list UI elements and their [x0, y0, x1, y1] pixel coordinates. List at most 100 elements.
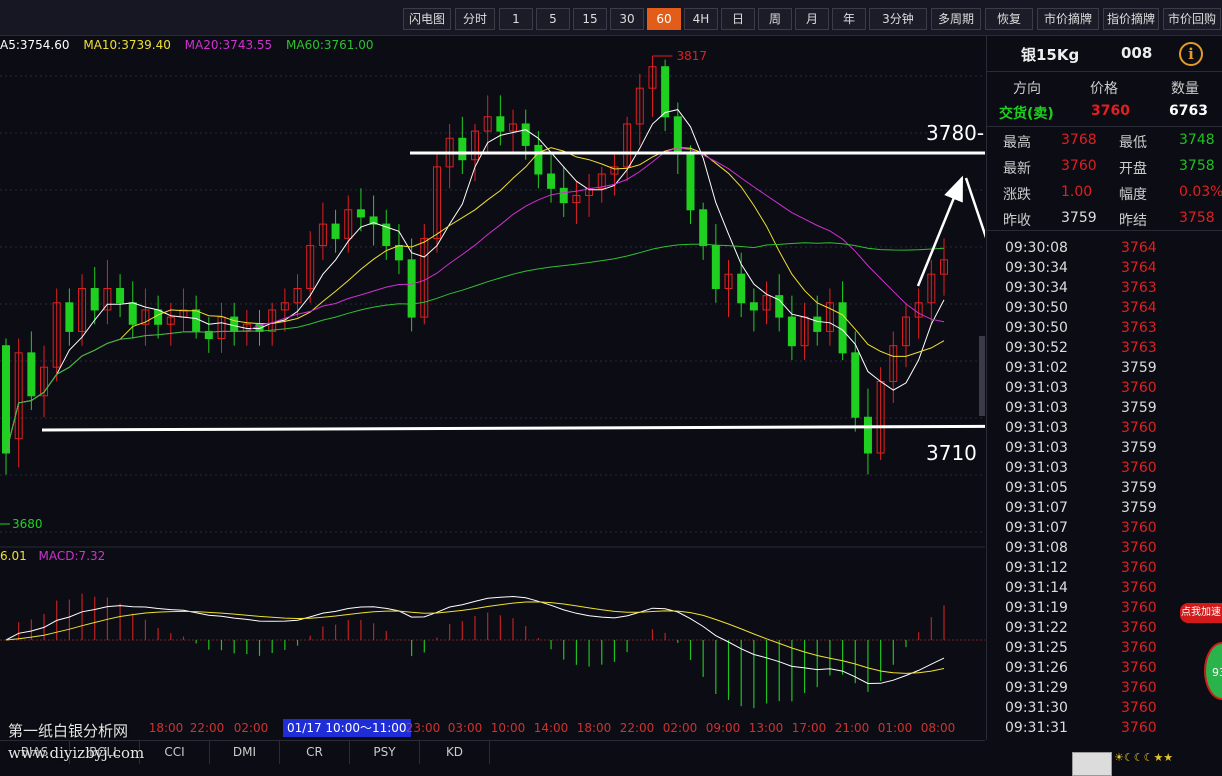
tick-price: 3764 — [1121, 300, 1157, 316]
candle-body — [2, 345, 10, 454]
candle-body — [496, 116, 505, 132]
quote-label: 幅度 — [1119, 187, 1147, 203]
period-button-0[interactable]: 闪电图 — [403, 8, 451, 30]
time-label: 22:00 — [619, 721, 655, 735]
tick-price: 3764 — [1121, 240, 1157, 256]
candle-body — [559, 187, 568, 204]
period-button-4[interactable]: 15 — [573, 8, 607, 30]
tick-row: 09:31:07 3760 — [987, 518, 1222, 538]
indicator-tabs: BIAS BOLL CCI DMI CR PSY KD — [0, 740, 985, 765]
trade-qty: 6763 — [1169, 103, 1208, 119]
candle-body — [534, 144, 543, 175]
tick-price: 3760 — [1121, 420, 1157, 436]
period-button-17[interactable]: 市价回购 — [1163, 8, 1221, 30]
candle-body — [813, 316, 822, 332]
candle-body — [458, 137, 467, 161]
period-button-12[interactable]: 3分钟 — [869, 8, 927, 30]
macd-value: MACD:7.32 — [38, 549, 106, 563]
divider — [987, 126, 1222, 127]
status-bar — [0, 764, 1222, 776]
tick-row: 09:31:25 3760 — [987, 638, 1222, 658]
indicator-tab-kd[interactable]: KD — [420, 741, 490, 765]
tick-row: 09:30:34 3763 — [987, 278, 1222, 298]
ma60-value: MA60:3761.00 — [286, 38, 374, 52]
tick-row: 09:31:03 3760 — [987, 378, 1222, 398]
tick-price: 3760 — [1121, 380, 1157, 396]
period-button-8[interactable]: 日 — [721, 8, 755, 30]
direction-header: 方向 — [1013, 81, 1041, 97]
indicator-tab-psy[interactable]: PSY — [350, 741, 420, 765]
quote-value: 3759 — [1061, 210, 1097, 226]
tick-time: 09:31:12 — [1005, 560, 1068, 576]
candle-body — [661, 66, 670, 118]
indicator-tab-cci[interactable]: CCI — [140, 741, 210, 765]
tick-time: 09:30:50 — [1005, 300, 1068, 316]
period-button-16[interactable]: 指价摘牌 — [1103, 8, 1159, 30]
period-button-5[interactable]: 30 — [610, 8, 644, 30]
speedup-badge[interactable]: 点我加速 — [1180, 603, 1222, 623]
tick-price: 3760 — [1121, 600, 1157, 616]
tick-time: 09:31:03 — [1005, 440, 1068, 456]
avatar[interactable] — [1072, 752, 1112, 776]
candle-body — [737, 273, 746, 304]
tick-time: 09:30:08 — [1005, 240, 1068, 256]
tick-price: 3759 — [1121, 480, 1157, 496]
period-button-13[interactable]: 多周期 — [931, 8, 981, 30]
candle-body — [711, 245, 720, 289]
chart-scroll-handle — [979, 336, 985, 416]
tick-time: 09:31:19 — [1005, 600, 1068, 616]
quote-panel: 银15Kg 008 i 方向 价格 数量 交货(卖) 3760 6763 最高 3… — [986, 36, 1222, 740]
period-button-15[interactable]: 市价摘牌 — [1037, 8, 1099, 30]
candle-body — [65, 302, 74, 332]
tick-time: 09:30:50 — [1005, 320, 1068, 336]
tick-time: 09:31:31 — [1005, 720, 1068, 736]
candle-body — [521, 123, 530, 146]
period-button-7[interactable]: 4H — [684, 8, 718, 30]
info-icon[interactable]: i — [1179, 42, 1203, 66]
tick-row: 09:30:50 3763 — [987, 318, 1222, 338]
quote-label: 开盘 — [1119, 161, 1147, 177]
candle-body — [851, 352, 860, 418]
tick-row: 09:31:29 3760 — [987, 678, 1222, 698]
tick-price: 3759 — [1121, 400, 1157, 416]
kline-chart[interactable]: 3817 3680 3780-90 3710 — [0, 36, 985, 718]
quote-value: 3768 — [1061, 132, 1097, 148]
tick-time: 09:31:25 — [1005, 640, 1068, 656]
macd-legend: 6.01 MACD:7.32 — [0, 549, 113, 563]
tick-price: 3760 — [1121, 640, 1157, 656]
tick-price: 3760 — [1121, 580, 1157, 596]
dea-value: 6.01 — [0, 549, 27, 563]
tick-row: 09:30:50 3764 — [987, 298, 1222, 318]
candle-body — [394, 245, 403, 261]
quote-value: 0.03% — [1179, 184, 1222, 200]
annotation-top: 3780-90 — [926, 121, 985, 145]
quote-value: 3748 — [1179, 132, 1215, 148]
tick-time: 09:31:07 — [1005, 520, 1068, 536]
period-button-11[interactable]: 年 — [832, 8, 866, 30]
period-button-6[interactable]: 60 — [647, 8, 681, 30]
tick-row: 09:31:02 3759 — [987, 358, 1222, 378]
tick-row: 09:31:30 3760 — [987, 698, 1222, 718]
support-arrow — [41, 424, 985, 432]
candle-body — [192, 309, 201, 332]
period-button-14[interactable]: 恢复 — [985, 8, 1033, 30]
tick-time: 09:30:52 — [1005, 340, 1068, 356]
tick-time: 09:30:34 — [1005, 260, 1068, 276]
period-button-10[interactable]: 月 — [795, 8, 829, 30]
indicator-tab-dmi[interactable]: DMI — [210, 741, 280, 765]
period-button-9[interactable]: 周 — [758, 8, 792, 30]
period-button-3[interactable]: 5 — [536, 8, 570, 30]
indicator-tab-boll[interactable]: BOLL — [70, 741, 140, 765]
period-button-1[interactable]: 分时 — [455, 8, 495, 30]
ma10-line — [5, 147, 945, 454]
ma20-value: MA20:3743.55 — [184, 38, 273, 52]
time-label: 08:00 — [920, 721, 956, 735]
indicator-tab-cr[interactable]: CR — [280, 741, 350, 765]
indicator-tab-bias[interactable]: BIAS — [0, 741, 70, 765]
symbol-name: 银15Kg — [1021, 46, 1080, 64]
time-label: 09:00 — [705, 721, 741, 735]
period-button-2[interactable]: 1 — [499, 8, 533, 30]
candle-body — [128, 302, 137, 325]
quote-value: 1.00 — [1061, 184, 1093, 200]
time-label: 10:00 — [490, 721, 526, 735]
